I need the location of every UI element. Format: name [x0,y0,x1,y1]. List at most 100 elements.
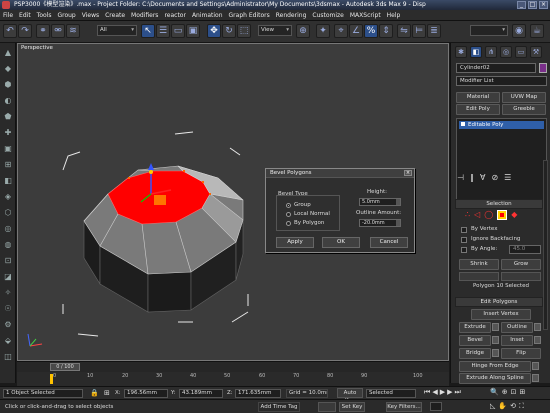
toolbar-icon[interactable]: ⬟ [2,111,14,123]
select-link-icon[interactable]: ⚭ [36,24,50,38]
go-to-start-icon[interactable]: ⏮ [424,388,430,397]
hinge-settings-button[interactable] [532,362,539,370]
play-icon[interactable]: ▶ [440,388,445,397]
toolbar-icon[interactable]: ⬢ [2,79,14,91]
zoom-extents-all-icon[interactable]: ⊞ [519,388,525,396]
toolbar-icon[interactable]: ☉ [2,303,14,315]
close-button[interactable]: × [539,1,548,9]
menu-create[interactable]: Create [105,12,125,19]
select-object-icon[interactable]: ↖ [141,24,155,38]
menu-graph-editors[interactable]: Graph Editors [229,12,270,19]
display-tab-icon[interactable]: ▭ [515,46,527,58]
toolbar-icon[interactable]: ⊡ [2,255,14,267]
z-coordinate-field[interactable]: 171.635mm [235,389,281,398]
vertex-icon[interactable]: ∴ [465,210,470,220]
toolbar-icon[interactable]: ◍ [2,239,14,251]
zoom-icon[interactable]: 🔍 [490,388,499,396]
bridge-button[interactable]: Bridge [459,348,491,359]
ref-coord-dropdown[interactable]: View [258,25,292,36]
toolbar-icon[interactable]: ✧ [2,287,14,299]
select-manipulate-icon[interactable]: ✦ [316,24,330,38]
outline-button[interactable]: Outline [501,322,533,333]
toolbar-icon[interactable]: ▣ [2,143,14,155]
radio-local-normal[interactable] [286,212,291,217]
modify-tab-icon[interactable]: ◧ [470,46,482,58]
pivot-center-icon[interactable]: ⊕ [296,24,310,38]
previous-frame-icon[interactable]: ◀ [432,388,437,397]
remove-modifier-icon[interactable]: ⊘ [491,173,498,182]
track-bar[interactable]: 0 10 20 30 40 50 60 70 80 90 100 [17,372,449,386]
snap-toggle-icon[interactable]: ⌖ [334,24,348,38]
polygon-icon[interactable] [497,210,508,220]
orbit-icon[interactable]: ⟲ [510,402,516,411]
extrude-along-spline-button[interactable]: Extrude Along Spline [459,373,531,384]
command-panel-scrollbar[interactable] [543,160,548,330]
render-icon[interactable]: ☕ [530,24,544,38]
zoom-all-icon[interactable]: ⊕ [502,388,508,396]
menu-reactor[interactable]: reactor [164,12,186,19]
menu-animation[interactable]: Animation [192,12,223,19]
bridge-settings-button[interactable] [492,349,499,357]
bind-space-warp-icon[interactable]: ≋ [66,24,80,38]
make-unique-icon[interactable]: ∀ [480,173,485,182]
menu-modifiers[interactable]: Modifiers [131,12,158,19]
named-selection-dropdown[interactable] [470,25,508,36]
inset-button[interactable]: Inset [501,335,533,346]
layer-manager-icon[interactable]: ≣ [427,24,441,38]
toolbar-icon[interactable]: ◆ [2,63,14,75]
edge-icon[interactable]: ◁ [474,210,480,220]
spline-settings-button[interactable] [532,374,539,382]
menu-views[interactable]: Views [82,12,99,19]
edit-polygons-rollout-header[interactable]: Edit Polygons [455,297,543,307]
toolbar-icon[interactable]: ◈ [2,191,14,203]
bevel-button[interactable]: Bevel [459,335,491,346]
outline-settings-button[interactable] [534,323,541,331]
set-key-icon[interactable] [318,402,336,412]
undo-icon[interactable]: ↶ [3,24,17,38]
select-rotate-icon[interactable]: ↻ [222,24,236,38]
window-crossing-icon[interactable]: ▣ [186,24,200,38]
select-by-name-icon[interactable]: ☰ [156,24,170,38]
field-of-view-icon[interactable]: ◺ [490,402,495,411]
toolbar-icon[interactable]: ◐ [2,95,14,107]
set-key-button[interactable]: Set Key [339,402,365,412]
ring-button[interactable] [459,272,499,281]
edit-poly-button[interactable]: Edit Poly [456,104,500,115]
toolbar-icon[interactable]: ◪ [2,271,14,283]
next-frame-icon[interactable]: ▶ [447,388,452,397]
time-slider-track[interactable]: 0 / 100 [17,361,449,372]
expand-icon[interactable] [461,122,465,126]
grow-button[interactable]: Grow [501,259,541,270]
selection-filter-dropdown[interactable]: All [97,25,137,36]
percent-snap-icon[interactable]: % [364,24,378,38]
radio-group[interactable] [286,203,291,208]
time-slider-thumb[interactable]: 0 / 100 [50,363,80,371]
element-icon[interactable]: ◆ [511,210,517,220]
object-name-field[interactable]: Cylinder02 [456,63,536,73]
minimize-button[interactable]: _ [517,1,526,9]
dialog-close-button[interactable]: × [404,170,412,176]
menu-tools[interactable]: Tools [37,12,52,19]
bevel-settings-button[interactable] [492,336,499,344]
ok-button[interactable]: OK [322,237,360,248]
hierarchy-tab-icon[interactable]: ⋔ [485,46,497,58]
zoom-extents-icon[interactable]: ⊡ [511,388,517,396]
material-button[interactable]: Material [456,92,500,103]
y-coordinate-field[interactable]: 43.189mm [179,389,223,398]
angle-snap-icon[interactable]: ∠ [349,24,363,38]
align-icon[interactable]: ⊨ [412,24,426,38]
lock-selection-icon[interactable]: 🔒 [90,389,99,397]
toolbar-icon[interactable]: ⬙ [2,335,14,347]
toolbar-icon[interactable]: ◫ [2,351,14,363]
ignore-backfacing-checkbox[interactable] [461,237,467,243]
pin-stack-icon[interactable]: ⊣ [457,173,464,182]
current-frame-field[interactable] [430,402,442,411]
motion-tab-icon[interactable]: ◎ [500,46,512,58]
greeble-button[interactable]: Greeble [502,104,546,115]
key-mode-dropdown[interactable]: Selected [366,389,416,398]
border-icon[interactable]: ◯ [484,210,493,220]
menu-file[interactable]: File [3,12,13,19]
select-scale-icon[interactable]: ⬚ [237,24,251,38]
show-end-result-icon[interactable]: ‖ [470,173,474,182]
stack-item-editable-poly[interactable]: Editable Poly [459,121,544,129]
